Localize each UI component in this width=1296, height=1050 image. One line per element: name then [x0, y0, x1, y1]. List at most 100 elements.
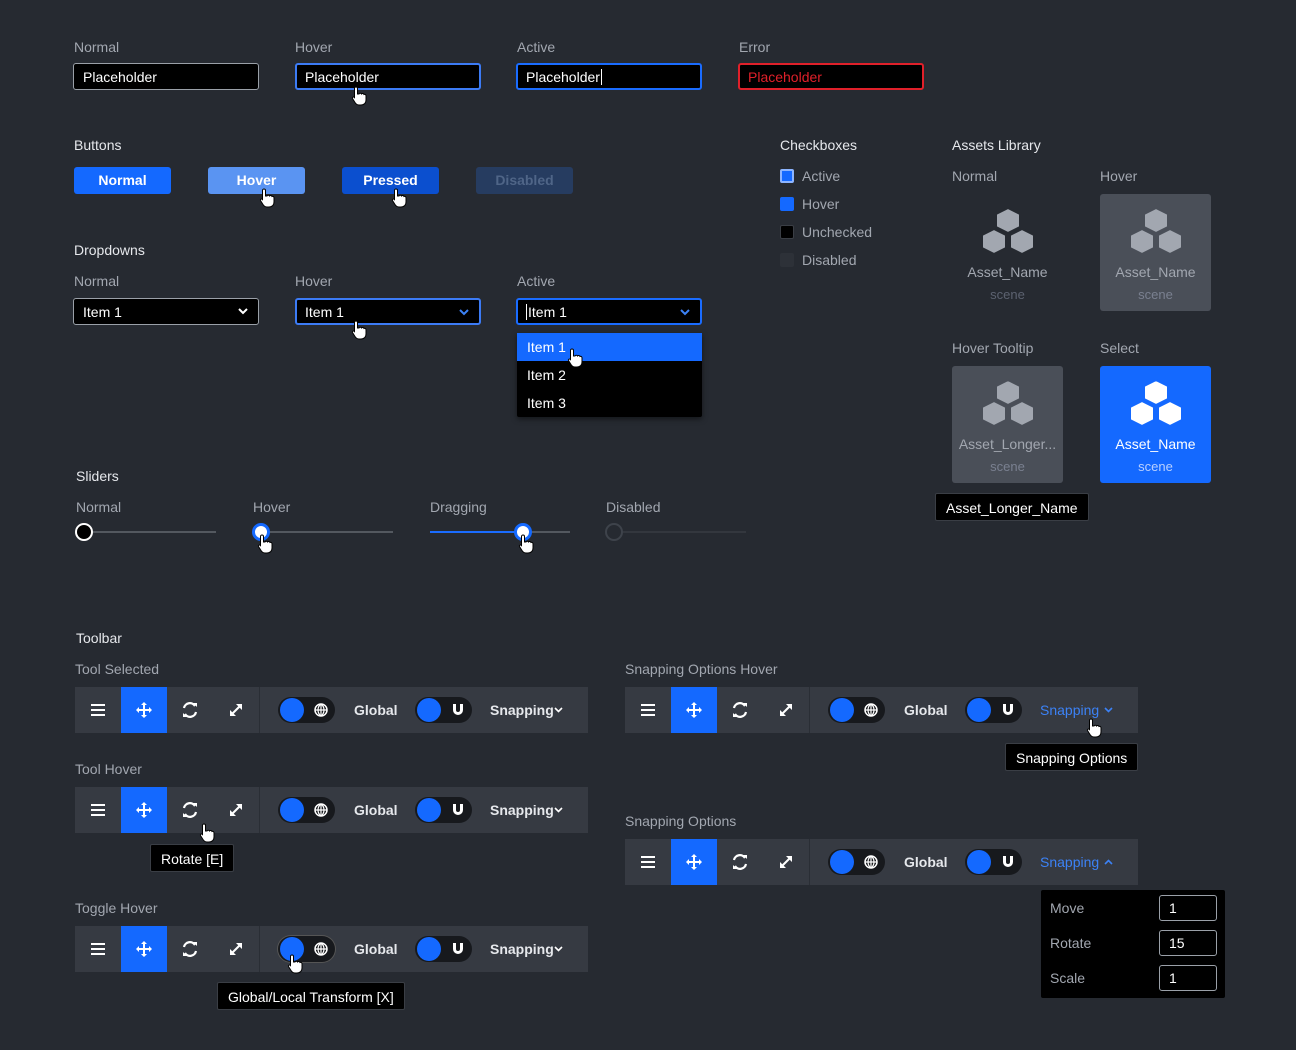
globe-icon — [314, 942, 328, 956]
dropdown-active[interactable]: Item 1 — [516, 298, 702, 325]
menu-button[interactable] — [75, 787, 121, 833]
scale-tool-button[interactable] — [763, 687, 809, 733]
slider-disabled-label: Disabled — [606, 499, 661, 515]
snap-move-input[interactable]: 1 — [1159, 895, 1217, 921]
dropdown-normal[interactable]: Item 1 — [73, 298, 259, 325]
text-input-active[interactable]: Placeholder — [516, 63, 702, 90]
slider-normal[interactable] — [76, 531, 216, 533]
hamburger-icon — [641, 704, 655, 716]
hamburger-icon — [641, 856, 655, 868]
transform-space-toggle[interactable] — [278, 797, 335, 823]
toolbar: Global Snapping — [625, 687, 1138, 733]
scale-tool-button[interactable] — [213, 787, 259, 833]
snapping-dropdown[interactable]: Snapping — [490, 926, 554, 972]
globe-icon — [864, 703, 878, 717]
snapping-toggle[interactable] — [415, 797, 472, 823]
toolbar: Global Snapping — [75, 926, 588, 972]
checkbox-unchecked[interactable] — [780, 225, 794, 239]
menu-button[interactable] — [75, 926, 121, 972]
asset-card-selected[interactable]: Asset_Name scene — [1100, 366, 1211, 483]
menu-button[interactable] — [75, 687, 121, 733]
snapping-toggle[interactable] — [965, 697, 1022, 723]
snapping-toggle[interactable] — [415, 697, 472, 723]
chevron-up-icon — [1104, 859, 1113, 865]
chevron-down-icon — [459, 309, 469, 316]
toolbar-variant-title: Snapping Options — [625, 813, 737, 829]
dropdown-option[interactable]: Item 1 — [517, 333, 702, 361]
chevron-down-icon — [554, 807, 563, 813]
toggle-knob — [280, 698, 304, 722]
scale-tool-button[interactable] — [763, 839, 809, 885]
rotate-icon — [732, 854, 748, 870]
snapping-dropdown[interactable]: Snapping — [490, 787, 554, 833]
checkbox-hover[interactable] — [780, 197, 794, 211]
snapping-toggle[interactable] — [965, 849, 1022, 875]
asset-card-hover[interactable]: Asset_Name scene — [1100, 194, 1211, 311]
toolbar-divider — [259, 787, 260, 833]
slider-hover[interactable] — [253, 531, 393, 533]
rotate-tool-button[interactable] — [167, 687, 213, 733]
move-icon — [686, 702, 702, 718]
cubes-icon — [981, 378, 1035, 428]
asset-type: scene — [990, 287, 1025, 302]
rotate-tooltip: Rotate [E] — [150, 844, 235, 872]
transform-tooltip: Global/Local Transform [X] — [217, 982, 405, 1010]
global-label: Global — [354, 941, 398, 957]
snapping-dropdown[interactable]: Snapping — [1040, 839, 1099, 885]
text-input-error[interactable]: Placeholder — [738, 63, 924, 90]
text-input-normal[interactable]: Placeholder — [73, 63, 259, 90]
menu-button[interactable] — [625, 687, 671, 733]
scale-tool-button[interactable] — [213, 926, 259, 972]
chevron-down-icon — [680, 309, 690, 316]
scale-tool-button[interactable] — [213, 687, 259, 733]
move-tool-button[interactable] — [671, 687, 717, 733]
snap-rotate-label: Rotate — [1050, 935, 1092, 951]
dropdown-option[interactable]: Item 3 — [517, 389, 702, 417]
rotate-tool-button[interactable] — [717, 687, 763, 733]
snapping-dropdown[interactable]: Snapping — [490, 687, 554, 733]
move-tool-button[interactable] — [121, 687, 167, 733]
rotate-tool-button[interactable] — [717, 839, 763, 885]
button-normal[interactable]: Normal — [74, 167, 171, 194]
slider-normal-handle[interactable] — [75, 523, 93, 541]
chevron-down-icon — [238, 308, 248, 315]
asset-name: Asset_Longer... — [958, 436, 1057, 452]
hand-cursor-icon — [259, 188, 275, 208]
input-hover-label: Hover — [295, 39, 333, 55]
hand-cursor-icon — [518, 534, 534, 554]
snap-rotate-input[interactable]: 15 — [1159, 930, 1217, 956]
asset-card-normal[interactable]: Asset_Name scene — [952, 194, 1063, 311]
rotate-tool-button[interactable] — [167, 926, 213, 972]
magnet-icon — [453, 943, 463, 954]
global-label: Global — [904, 854, 948, 870]
button-hover[interactable]: Hover — [208, 167, 305, 194]
input-placeholder: Placeholder — [748, 69, 822, 85]
transform-space-toggle[interactable] — [828, 849, 885, 875]
transform-space-toggle[interactable] — [828, 697, 885, 723]
scale-icon — [780, 856, 792, 868]
asset-card-hover-tooltip[interactable]: Asset_Longer... scene — [952, 366, 1063, 483]
rotate-icon — [182, 941, 198, 957]
asset-select-label: Select — [1100, 340, 1139, 356]
text-input-hover[interactable]: Placeholder — [295, 63, 481, 90]
asset-normal-label: Normal — [952, 168, 998, 184]
toolbar: Global Snapping — [75, 687, 588, 733]
transform-space-toggle[interactable] — [278, 697, 335, 723]
dropdown-option[interactable]: Item 2 — [517, 361, 702, 389]
move-tool-button[interactable] — [121, 926, 167, 972]
move-tool-button[interactable] — [121, 787, 167, 833]
toggle-knob — [967, 698, 991, 722]
input-placeholder: Placeholder — [83, 69, 157, 85]
input-value: Placeholder — [526, 69, 600, 85]
magnet-icon — [1003, 704, 1013, 715]
snap-scale-input[interactable]: 1 — [1159, 965, 1217, 991]
rotate-icon — [182, 702, 198, 718]
snapping-toggle[interactable] — [415, 936, 472, 962]
rotate-icon — [732, 702, 748, 718]
menu-button[interactable] — [625, 839, 671, 885]
rotate-icon — [182, 802, 198, 818]
move-tool-button[interactable] — [671, 839, 717, 885]
dropdown-hover[interactable]: Item 1 — [295, 298, 481, 325]
magnet-icon — [453, 704, 463, 715]
checkbox-active[interactable] — [780, 169, 794, 183]
